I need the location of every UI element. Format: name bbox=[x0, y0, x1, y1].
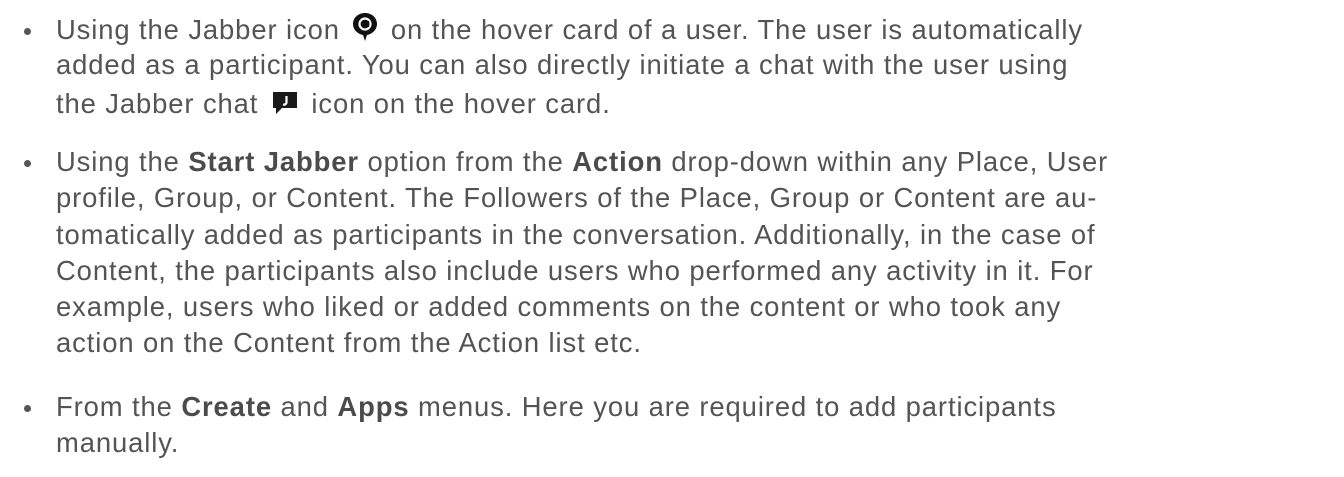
text-line: From the Create and Apps menus. Here you… bbox=[56, 389, 1057, 425]
text-segment: option from the bbox=[367, 146, 564, 177]
text-segment: the Jabber chat bbox=[56, 88, 259, 119]
jabber-chat-icon bbox=[271, 89, 299, 125]
text-line: profile, Group, or Content. The Follower… bbox=[56, 182, 1098, 213]
jabber-call-icon bbox=[352, 12, 378, 51]
text-segment: drop-down within any Place, User bbox=[671, 146, 1109, 177]
ui-term-start-jabber: Start Jabber bbox=[188, 146, 359, 177]
ui-term-action: Action bbox=[572, 146, 663, 177]
text-line: added as a participant. You can also dir… bbox=[56, 49, 1069, 80]
bullet-dot bbox=[24, 160, 31, 167]
bullet-dot bbox=[24, 28, 31, 35]
document-body: Using the Jabber icon on the hover card … bbox=[0, 0, 1344, 477]
text-line: the Jabber chat icon on the hover card. bbox=[56, 86, 611, 125]
text-line: tomatically added as participants in the… bbox=[56, 219, 1096, 250]
text-segment: From the bbox=[56, 391, 173, 422]
text-segment: Using the bbox=[56, 146, 180, 177]
bullet-dot bbox=[24, 405, 31, 412]
ui-term-create: Create bbox=[181, 391, 272, 422]
text-segment: and bbox=[280, 391, 329, 422]
text-segment: Using the Jabber icon bbox=[56, 14, 340, 45]
text-line: example, users who liked or added commen… bbox=[56, 291, 1062, 322]
text-line: manually. bbox=[56, 427, 180, 458]
text-segment: on the hover card of a user. The user is… bbox=[390, 14, 1083, 45]
text-line: action on the Content from the Action li… bbox=[56, 327, 642, 358]
text-segment: menus. Here you are required to add part… bbox=[418, 391, 1057, 422]
text-line: Using the Start Jabber option from the A… bbox=[56, 144, 1108, 180]
ui-term-apps: Apps bbox=[337, 391, 410, 422]
text-line: Content, the participants also include u… bbox=[56, 255, 1094, 286]
text-line: Using the Jabber icon on the hover card … bbox=[56, 12, 1083, 51]
text-segment: icon on the hover card. bbox=[311, 88, 611, 119]
